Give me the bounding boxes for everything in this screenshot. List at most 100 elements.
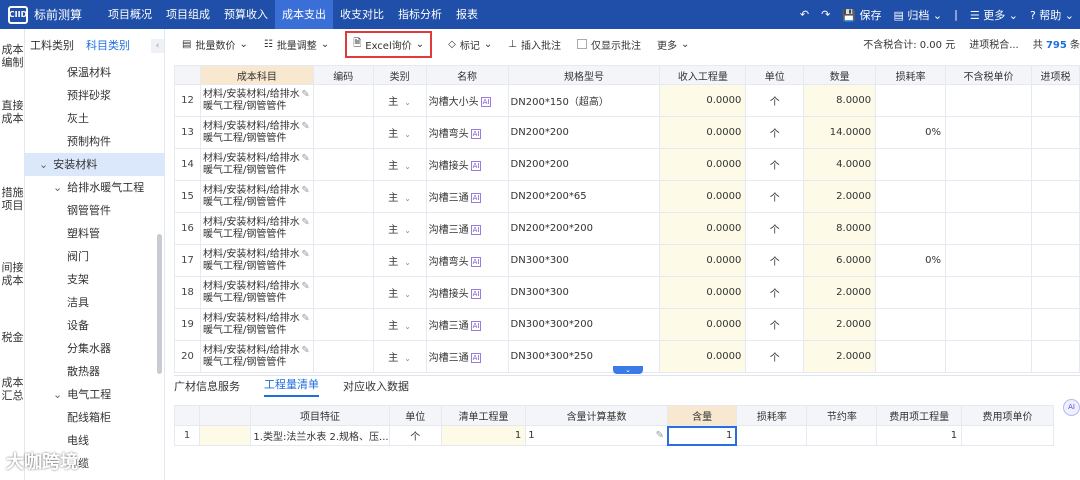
sidebar-item[interactable]: 税金 bbox=[0, 329, 25, 346]
ai-assistant-button[interactable]: AI bbox=[1063, 399, 1080, 416]
tree-item[interactable]: ⌄ 安装材料 bbox=[25, 153, 164, 176]
chevron-down-icon[interactable]: ⌄ bbox=[404, 226, 411, 235]
bill-content-cell[interactable]: 1 bbox=[666, 425, 738, 446]
ai-icon[interactable]: AI bbox=[470, 225, 482, 235]
input-tax-cell[interactable] bbox=[1030, 212, 1080, 245]
chevron-down-icon[interactable]: ⌄ bbox=[404, 98, 411, 107]
sidebar-item[interactable]: 措施项目 bbox=[0, 184, 25, 214]
bill-grid-header[interactable]: 项目特征 bbox=[250, 405, 390, 426]
income-qty-cell[interactable]: 0.0000 bbox=[659, 276, 747, 309]
loss-rate-cell[interactable]: 0% bbox=[875, 244, 947, 277]
bottom-tab[interactable]: 广材信息服务 bbox=[174, 378, 240, 397]
bill-grid-header[interactable]: 费用项工程量 bbox=[876, 405, 963, 426]
input-tax-cell[interactable] bbox=[1030, 180, 1080, 213]
tree-item[interactable]: 阀门 bbox=[25, 245, 164, 268]
unit-price-cell[interactable] bbox=[945, 340, 1032, 373]
spec-cell[interactable]: DN200*200 bbox=[507, 116, 661, 149]
edit-icon[interactable]: ✎ bbox=[301, 89, 309, 101]
code-cell[interactable] bbox=[312, 308, 374, 341]
unit-cell[interactable]: 个 bbox=[745, 340, 805, 373]
code-cell[interactable] bbox=[312, 148, 374, 181]
only-note-checkbox[interactable]: 仅显示批注 bbox=[576, 37, 641, 52]
bill-grid-header[interactable]: 单位 bbox=[388, 405, 442, 426]
code-cell[interactable] bbox=[312, 84, 374, 117]
tab-material-category[interactable]: 工料类别 bbox=[30, 37, 74, 53]
unit-cell[interactable]: 个 bbox=[745, 212, 805, 245]
bill-fee-qty-cell[interactable]: 1 bbox=[876, 425, 963, 446]
unit-cell[interactable]: 个 bbox=[745, 116, 805, 149]
unit-price-cell[interactable] bbox=[945, 84, 1032, 117]
code-cell[interactable] bbox=[312, 212, 374, 245]
quantity-cell[interactable]: 8.0000 bbox=[803, 84, 877, 117]
income-qty-cell[interactable]: 0.0000 bbox=[659, 148, 747, 181]
redo-icon[interactable]: ↷ bbox=[821, 8, 830, 21]
quantity-cell[interactable]: 4.0000 bbox=[803, 148, 877, 181]
ai-icon[interactable]: AI bbox=[480, 97, 492, 107]
code-cell[interactable] bbox=[312, 276, 374, 309]
quantity-cell[interactable]: 2.0000 bbox=[803, 308, 877, 341]
bill-base-cell[interactable]: 1 ✎ bbox=[525, 425, 668, 446]
category-cell[interactable]: 主 ⌄ bbox=[372, 116, 427, 149]
code-cell[interactable] bbox=[312, 244, 374, 277]
grid-header[interactable]: 编码 bbox=[312, 65, 374, 85]
name-cell[interactable]: 沟槽大小头 AI bbox=[425, 84, 509, 117]
income-qty-cell[interactable]: 0.0000 bbox=[659, 180, 747, 213]
archive-button[interactable]: ▤ 归档 ⌄ bbox=[894, 7, 943, 23]
edit-icon[interactable]: ✎ bbox=[301, 217, 309, 229]
grid-header[interactable]: 规格型号 bbox=[507, 65, 661, 85]
bill-loss-cell[interactable] bbox=[736, 425, 808, 446]
unit-cell[interactable]: 个 bbox=[745, 244, 805, 277]
bill-grid-header[interactable]: 费用项单价 bbox=[961, 405, 1054, 426]
sidebar-item[interactable]: 成本汇总 bbox=[0, 374, 25, 404]
tree-item[interactable]: 洁具 bbox=[25, 291, 164, 314]
bill-grid-header[interactable]: 节约率 bbox=[806, 405, 878, 426]
bill-grid-header[interactable]: 含量计算基数 bbox=[525, 405, 668, 426]
chevron-down-icon[interactable]: ⌄ bbox=[404, 194, 411, 203]
edit-icon[interactable]: ✎ bbox=[301, 281, 309, 293]
expand-chevron-icon[interactable]: ⌄ bbox=[53, 181, 62, 194]
quantity-cell[interactable]: 6.0000 bbox=[803, 244, 877, 277]
sidebar-item[interactable]: 间接成本 bbox=[0, 259, 25, 289]
unit-cell[interactable]: 个 bbox=[745, 308, 805, 341]
name-cell[interactable]: 沟槽三通 AI bbox=[425, 340, 509, 373]
ai-icon[interactable]: AI bbox=[470, 257, 482, 267]
tab-subject-category[interactable]: 科目类别 bbox=[86, 37, 130, 53]
loss-rate-cell[interactable] bbox=[875, 308, 947, 341]
name-cell[interactable]: 沟槽弯头 AI bbox=[425, 116, 509, 149]
code-cell[interactable] bbox=[312, 340, 374, 373]
chevron-down-icon[interactable]: ⌄ bbox=[404, 290, 411, 299]
name-cell[interactable]: 沟槽三通 AI bbox=[425, 212, 509, 245]
table-row[interactable]: 12 ✎ 材料/安装材料/给排水暖气工程/钢管管件主 ⌄ 沟槽大小头 AI DN200*15… bbox=[174, 84, 1080, 117]
ai-icon[interactable]: AI bbox=[470, 161, 482, 171]
ai-icon[interactable]: AI bbox=[470, 321, 482, 331]
tree-item[interactable]: 设备 bbox=[25, 314, 164, 337]
edit-icon[interactable]: ✎ bbox=[301, 153, 309, 165]
loss-rate-cell[interactable] bbox=[875, 180, 947, 213]
bill-grid-header[interactable]: 清单工程量 bbox=[440, 405, 527, 426]
loss-rate-cell[interactable] bbox=[875, 212, 947, 245]
loss-rate-cell[interactable]: 0% bbox=[875, 116, 947, 149]
tree-item[interactable]: 散热器 bbox=[25, 360, 164, 383]
grid-header[interactable]: 成本科目 bbox=[199, 65, 314, 85]
input-tax-cell[interactable] bbox=[1030, 308, 1080, 341]
spec-cell[interactable]: DN200*150（超高） bbox=[507, 84, 661, 117]
tree-item[interactable]: 预拌砂浆 bbox=[25, 84, 164, 107]
unit-cell[interactable]: 个 bbox=[745, 148, 805, 181]
batch-adjust-button[interactable]: ☷ 批量调整 ⌄ bbox=[264, 37, 329, 52]
grid-header[interactable]: 进项税 bbox=[1030, 65, 1080, 85]
income-qty-cell[interactable]: 0.0000 bbox=[659, 84, 747, 117]
code-cell[interactable] bbox=[312, 116, 374, 149]
unit-cell[interactable]: 个 bbox=[745, 84, 805, 117]
input-tax-cell[interactable] bbox=[1030, 340, 1080, 373]
table-row[interactable]: 17 ✎ 材料/安装材料/给排水暖气工程/钢管管件主 ⌄ 沟槽弯头 AI DN300*300… bbox=[174, 244, 1080, 277]
table-row[interactable]: 13 ✎ 材料/安装材料/给排水暖气工程/钢管管件主 ⌄ 沟槽弯头 AI DN200*200… bbox=[174, 116, 1080, 149]
grid-header[interactable]: 单位 bbox=[745, 65, 805, 85]
unit-price-cell[interactable] bbox=[945, 308, 1032, 341]
grid-header[interactable]: 损耗率 bbox=[875, 65, 947, 85]
table-row[interactable]: 14 ✎ 材料/安装材料/给排水暖气工程/钢管管件主 ⌄ 沟槽接头 AI DN200*200… bbox=[174, 148, 1080, 181]
cost-subject-cell[interactable]: ✎ 材料/安装材料/给排水暖气工程/钢管管件 bbox=[199, 84, 314, 117]
bottom-tab[interactable]: 工程量清单 bbox=[264, 376, 319, 397]
tree-item[interactable]: 塑料管 bbox=[25, 222, 164, 245]
nav-item[interactable]: 指标分析 bbox=[391, 0, 449, 29]
cost-subject-cell[interactable]: ✎ 材料/安装材料/给排水暖气工程/钢管管件 bbox=[199, 340, 314, 373]
